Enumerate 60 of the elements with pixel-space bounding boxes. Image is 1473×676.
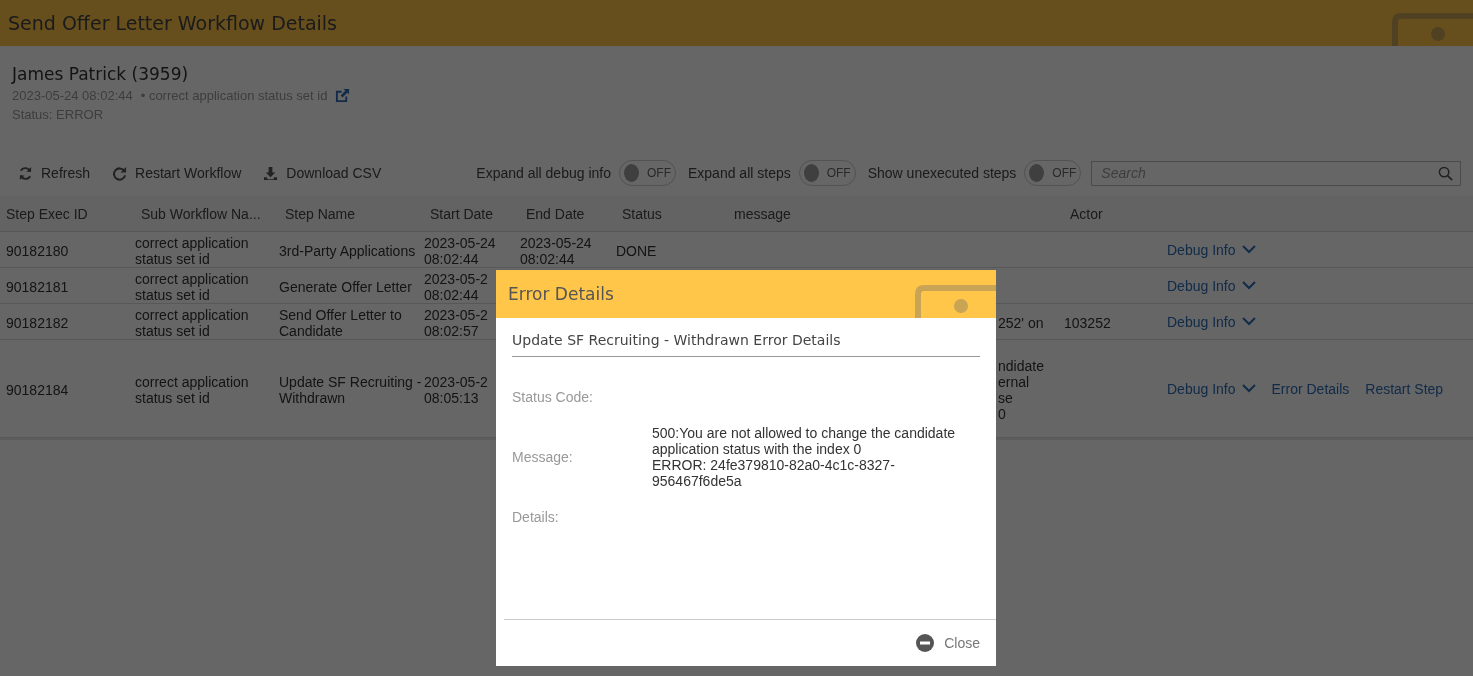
field-label: Status Code: <box>512 389 594 405</box>
toggle-switch[interactable]: OFF <box>618 160 676 186</box>
field-label: Message: <box>512 449 574 465</box>
table-cell-text: 08:02:44 <box>424 251 480 267</box>
table-cell-text: ndidate <box>998 358 1045 374</box>
table-cell-text: Generate Offer Letter <box>279 279 413 295</box>
download-icon <box>263 165 279 181</box>
candidate-name: James Patrick (3959) <box>12 64 190 84</box>
table-cell-text: 252' on <box>998 315 1045 331</box>
table-cell-text: se <box>998 390 1014 406</box>
restart-icon <box>112 165 128 181</box>
refresh-button[interactable]: Refresh <box>18 165 91 181</box>
chevron-down-icon <box>1241 281 1256 290</box>
toggle-switch[interactable]: OFF <box>1024 160 1082 186</box>
table-cell-text: 2023-05-2 <box>424 307 489 323</box>
chevron-down-icon <box>1241 384 1256 393</box>
table-cell-text: DONE <box>616 243 658 259</box>
table-cell-text: 2023-05-2 <box>424 271 489 287</box>
table-cell-text: 08:02:44 <box>520 251 576 267</box>
chevron-down-icon <box>1241 245 1256 254</box>
debug-info-link[interactable]: Debug Info <box>1167 241 1256 258</box>
toggle-switch[interactable]: OFF <box>798 160 856 186</box>
refresh-icon <box>18 165 33 181</box>
page-title: Send Offer Letter Workflow Details <box>8 12 337 34</box>
table-cell-text: 3rd-Party Applications <box>279 243 417 259</box>
download-button[interactable]: Download CSV <box>263 165 382 181</box>
debug-info-link[interactable]: Debug Info <box>1167 380 1256 397</box>
table-cell-text: 2023-05-2 <box>424 374 489 390</box>
table-cell-text: correct application status set id <box>135 374 250 406</box>
field-label: Details: <box>512 509 560 525</box>
search-icon <box>1438 165 1454 181</box>
toggle-label: Expand all steps <box>687 165 791 181</box>
minus-circle-icon <box>916 634 935 652</box>
action-link[interactable]: Error Details <box>1271 380 1350 397</box>
dialog-subtitle: Update SF Recruiting - Withdrawn Error Details <box>512 330 980 357</box>
table-cell-text: 08:02:57 <box>424 323 480 339</box>
table-cell-text: 90182184 <box>6 382 70 398</box>
field-value: 500:You are not allowed to change the candidate application status with the index 0 <box>652 425 957 457</box>
table-cell-text: 2023-05-24 <box>424 235 497 251</box>
toggle-label: Expand all debug info <box>476 165 611 181</box>
debug-info-link[interactable]: Debug Info <box>1167 313 1256 330</box>
table-cell-text: 0 <box>998 406 1007 422</box>
external-link-icon[interactable] <box>335 88 351 103</box>
table-cell-text: Update SF Recruiting - Withdrawn <box>279 374 423 406</box>
table-cell-text: 90182181 <box>6 279 70 295</box>
table-cell-text: correct application status set id <box>135 307 250 339</box>
action-link[interactable]: Restart Step <box>1365 380 1444 397</box>
dialog-title: Error Details <box>508 284 614 304</box>
restart-button[interactable]: Restart Workflow <box>112 165 242 181</box>
toggle-label: Show unexecuted steps <box>867 165 1017 181</box>
table-cell-text: 90182182 <box>6 315 70 331</box>
close-button[interactable]: Close <box>916 634 980 652</box>
chevron-down-icon <box>1241 317 1256 326</box>
table-cell-text: Send Offer Letter to Candidate <box>279 307 403 339</box>
debug-info-link[interactable]: Debug Info <box>1167 277 1256 294</box>
table-cell-text: 103252 <box>1064 315 1112 331</box>
table-cell-text: ernal <box>998 374 1031 390</box>
table-cell-text: 90182180 <box>6 243 70 259</box>
field-value: ERROR: 24fe379810-82a0-4c1c-8327-956467f6de5a <box>652 457 896 489</box>
table-cell-text: 2023-05-24 <box>520 235 593 251</box>
